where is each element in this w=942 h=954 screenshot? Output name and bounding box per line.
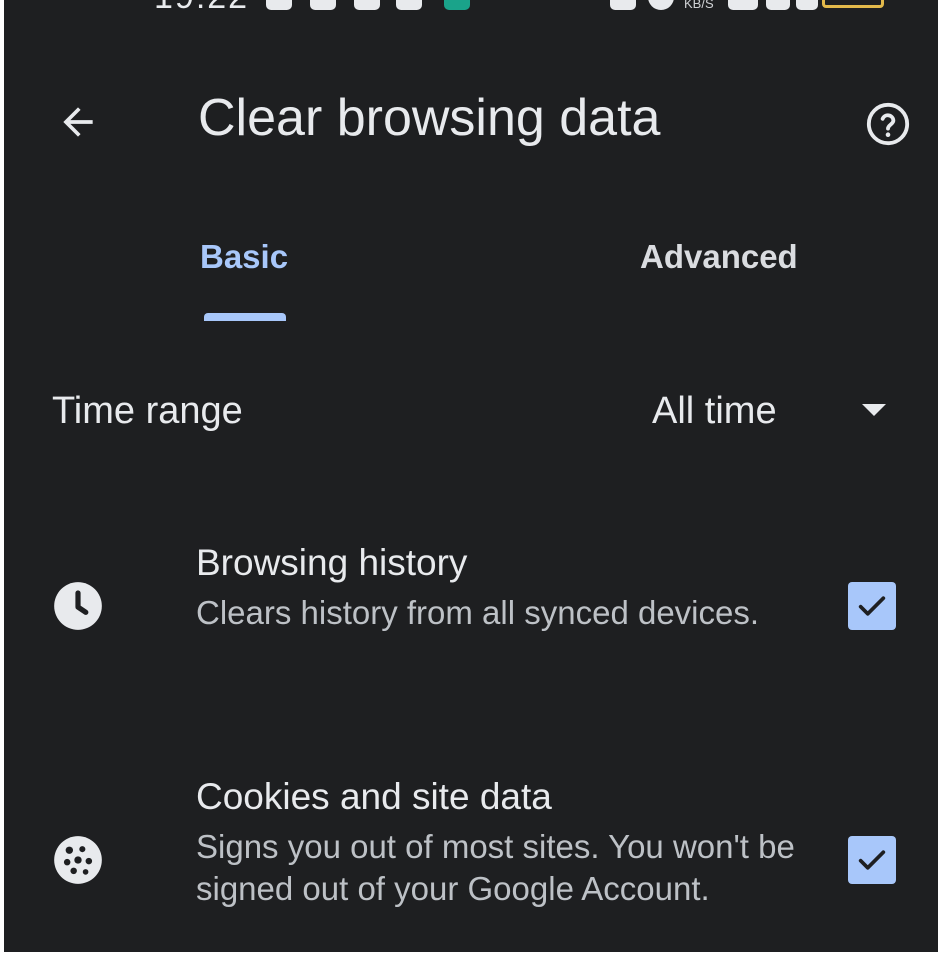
wifi-icon: [728, 0, 758, 10]
browsing-history-checkbox[interactable]: [848, 582, 896, 630]
cookie-icon: [54, 836, 102, 884]
signal-icon: [766, 0, 790, 10]
back-button[interactable]: [48, 92, 108, 152]
cookies-site-data-title: Cookies and site data: [196, 776, 552, 817]
cookies-site-data-description: Signs you out of most sites. You won't b…: [196, 828, 795, 907]
notification-icon: [310, 0, 336, 10]
network-speed-unit: KB/S: [684, 0, 714, 11]
clock-icon: [54, 582, 102, 630]
browsing-history-description: Clears history from all synced devices.: [196, 594, 760, 631]
cookies-site-data-option[interactable]: Cookies and site data Signs you out of m…: [4, 770, 938, 952]
help-circle-icon: [866, 102, 910, 146]
cookies-site-data-checkbox[interactable]: [848, 836, 896, 884]
tab-basic[interactable]: Basic: [200, 238, 288, 276]
arrow-back-icon: [63, 107, 93, 137]
nfc-icon: [610, 0, 636, 10]
page-title: Clear browsing data: [198, 89, 661, 147]
help-button[interactable]: [862, 98, 914, 150]
time-range-value: All time: [652, 390, 777, 432]
time-range-dropdown[interactable]: All time: [644, 378, 914, 442]
time-range-label: Time range: [52, 390, 243, 432]
data-saver-icon: [648, 0, 674, 10]
tab-selected-indicator: [204, 313, 286, 321]
status-bar: 19:22 KB/S 21: [4, 0, 938, 18]
battery-icon: 21: [822, 0, 884, 8]
status-time: 19:22: [154, 0, 249, 17]
tab-advanced[interactable]: Advanced: [640, 238, 798, 276]
notification-icon: [396, 0, 422, 10]
browsing-history-option[interactable]: Browsing history Clears history from all…: [4, 536, 938, 686]
checkmark-icon: [858, 850, 886, 870]
clear-browsing-data-screen: 19:22 KB/S 21 Clear browsing data Basic …: [4, 0, 938, 952]
checkmark-icon: [858, 596, 886, 616]
browsing-history-title: Browsing history: [196, 542, 468, 583]
dropdown-arrow-icon: [862, 404, 886, 416]
signal-icon: [796, 0, 818, 10]
notification-icon: [266, 0, 292, 10]
notification-icon: [354, 0, 380, 10]
notification-icon: [444, 0, 470, 10]
